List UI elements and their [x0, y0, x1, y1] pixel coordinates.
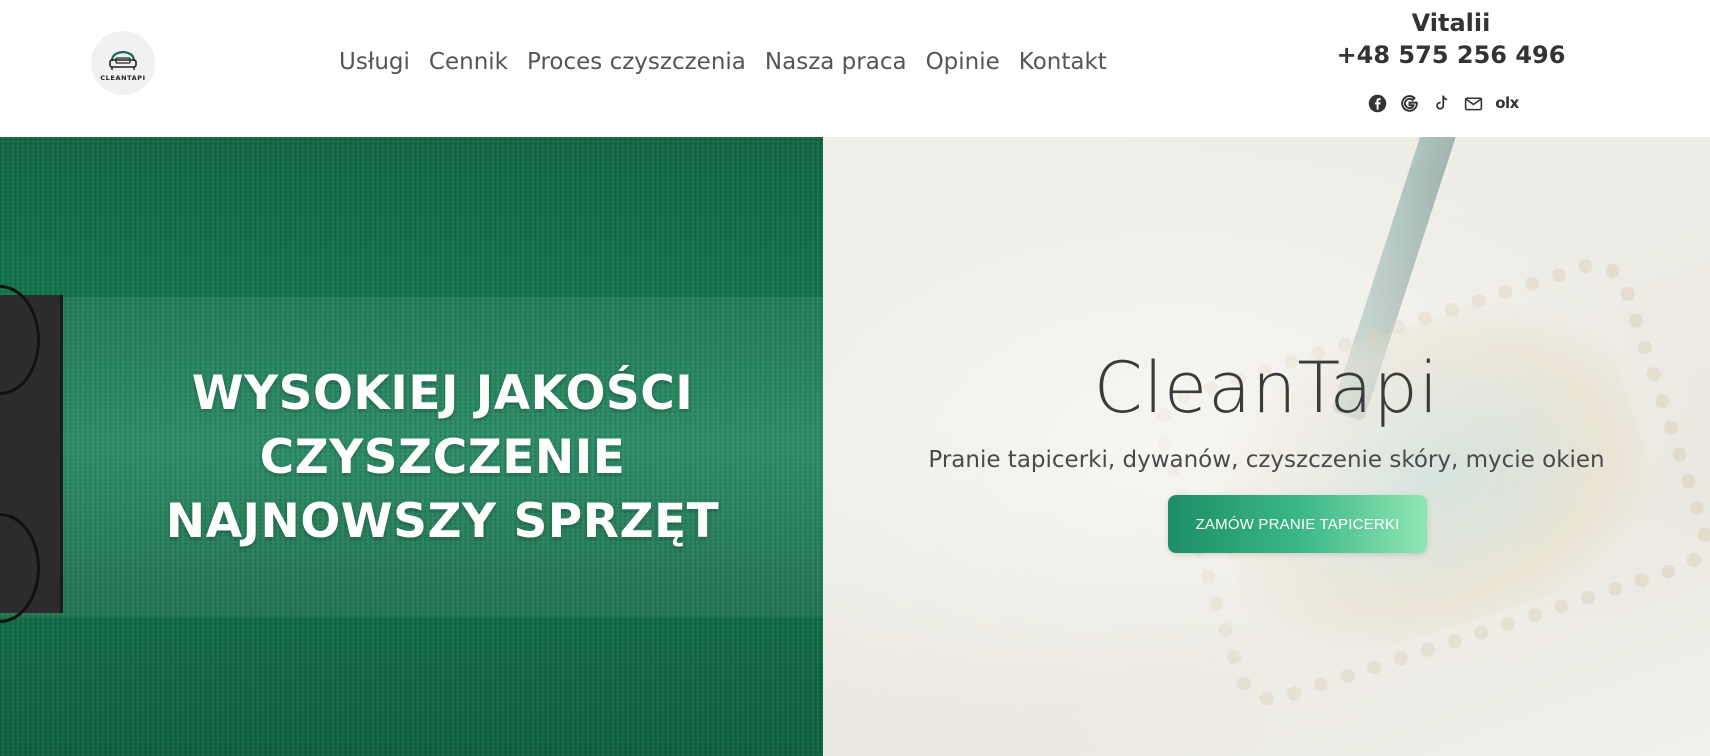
nav-item-kontakt[interactable]: Kontakt [1019, 49, 1107, 75]
nav-item-cennik[interactable]: Cennik [429, 49, 508, 75]
sofa-logo-icon [109, 50, 137, 70]
olx-icon[interactable]: olx [1495, 92, 1519, 114]
main-nav: Usługi Cennik Proces czyszczenia Nasza p… [339, 45, 1107, 79]
hero-right-panel: CleanTapi Pranie tapicerki, dywanów, czy… [823, 137, 1710, 756]
site-header: CLEANTAPI Usługi Cennik Proces czyszczen… [0, 0, 1710, 137]
logo[interactable]: CLEANTAPI [91, 31, 155, 95]
hero-headline-line-3: NAJNOWSZY SPRZĘT [165, 494, 720, 549]
social-links: olx [1366, 92, 1519, 114]
hero-headline: WYSOKIEJ JAKOŚCI CZYSZCZENIE NAJNOWSZY S… [0, 362, 823, 554]
order-upholstery-cleaning-button[interactable]: ZAMÓW PRANIE TAPICERKI [1168, 495, 1427, 553]
google-icon[interactable] [1398, 92, 1420, 114]
nav-item-opinie[interactable]: Opinie [926, 49, 1000, 75]
mail-icon[interactable] [1462, 92, 1484, 114]
facebook-icon[interactable] [1366, 92, 1388, 114]
hero-headline-line-2: CZYSZCZENIE [259, 430, 626, 485]
nav-item-uslugi[interactable]: Usługi [339, 49, 410, 75]
brand-tagline: Pranie tapicerki, dywanów, czyszczenie s… [928, 447, 1605, 473]
tiktok-icon[interactable] [1430, 92, 1452, 114]
logo-text: CLEANTAPI [100, 73, 146, 82]
brand-title: CleanTapi [1093, 347, 1440, 429]
contact-phone[interactable]: +48 575 256 496 [1316, 40, 1586, 70]
nav-item-proces-czyszczenia[interactable]: Proces czyszczenia [527, 49, 746, 75]
contact-name: Vitalii [1411, 9, 1491, 37]
hero-headline-line-1: WYSOKIEJ JAKOŚCI [191, 366, 694, 421]
hero-left-panel: WYSOKIEJ JAKOŚCI CZYSZCZENIE NAJNOWSZY S… [0, 137, 823, 756]
nav-item-nasza-praca[interactable]: Nasza praca [765, 49, 907, 75]
contact-block: Vitalii +48 575 256 496 [1316, 6, 1586, 70]
